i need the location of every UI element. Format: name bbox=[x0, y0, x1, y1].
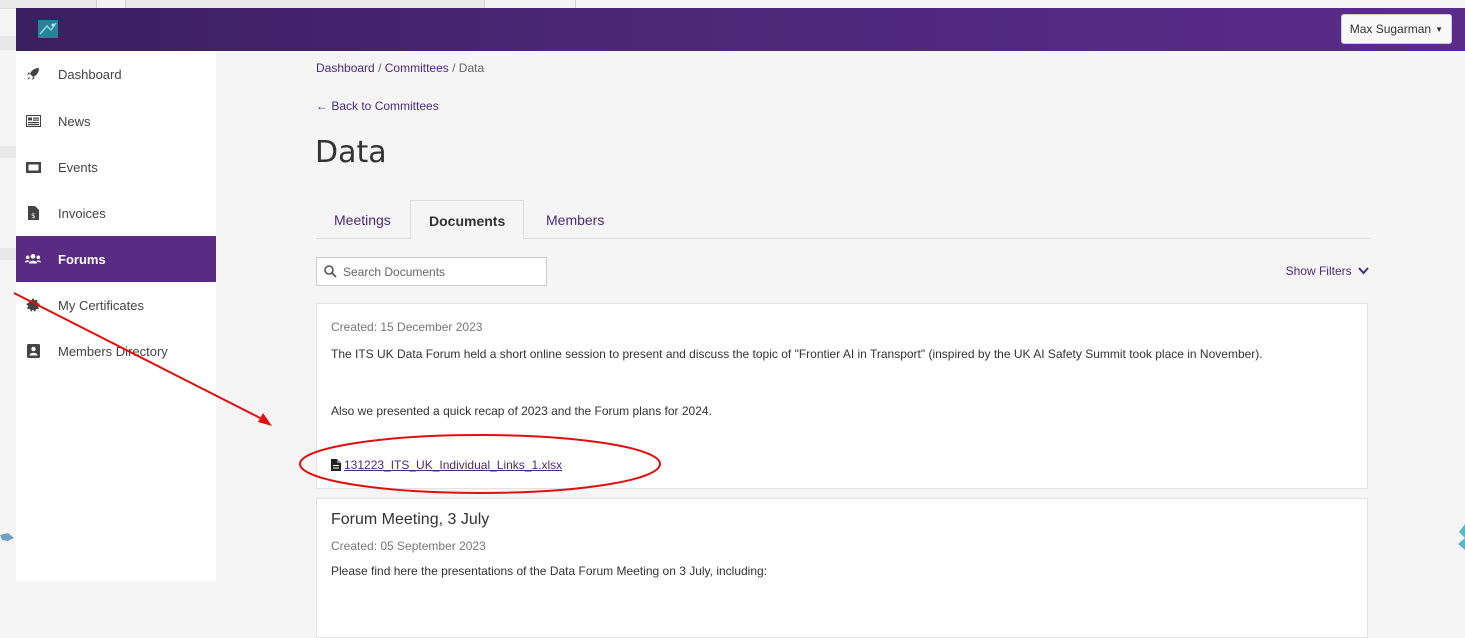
created-date: Created: 15 December 2023 bbox=[331, 320, 483, 334]
back-to-committees-link[interactable]: ← Back to Committees bbox=[316, 99, 439, 113]
sidebar-item-label: Forums bbox=[58, 251, 106, 267]
browser-tab-fragment bbox=[484, 0, 576, 8]
user-menu-button[interactable]: Max Sugarman ▼ bbox=[1340, 14, 1452, 44]
background-fragment bbox=[0, 36, 16, 50]
document-description: Also we presented a quick recap of 2023 … bbox=[331, 404, 712, 418]
sidebar-item-label: My Certificates bbox=[58, 297, 144, 313]
document-description: The ITS UK Data Forum held a short onlin… bbox=[331, 347, 1263, 361]
sidebar-item-label: Invoices bbox=[58, 205, 106, 221]
page-title: Data bbox=[315, 135, 387, 170]
background-fragment bbox=[0, 533, 14, 541]
file-icon bbox=[331, 459, 341, 471]
users-icon bbox=[25, 251, 41, 267]
tab-meetings[interactable]: Meetings bbox=[316, 200, 409, 238]
search-icon bbox=[324, 265, 337, 278]
main-content: Dashboard / Committees / Data ← Back to … bbox=[216, 51, 1465, 638]
background-fragment bbox=[0, 248, 16, 260]
site-logo[interactable] bbox=[38, 20, 58, 38]
document-card: Forum Meeting, 3 July Created: 05 Septem… bbox=[316, 498, 1368, 638]
certificate-icon bbox=[25, 297, 41, 313]
sidebar-item-label: Members Directory bbox=[58, 343, 168, 359]
document-card: Created: 15 December 2023 The ITS UK Dat… bbox=[316, 303, 1368, 489]
invoice-icon: $ bbox=[25, 205, 41, 221]
breadcrumb-dashboard[interactable]: Dashboard bbox=[316, 61, 375, 75]
user-name: Max Sugarman bbox=[1349, 22, 1432, 36]
search-box bbox=[316, 257, 547, 286]
rocket-icon bbox=[25, 66, 41, 82]
sidebar-item-my-certificates[interactable]: My Certificates bbox=[16, 282, 216, 328]
show-filters-label: Show Filters bbox=[1285, 264, 1352, 278]
sidebar-item-news[interactable]: News bbox=[16, 98, 216, 144]
sidebar-item-label: News bbox=[58, 113, 91, 129]
top-navbar: Max Sugarman ▼ bbox=[16, 8, 1465, 51]
breadcrumb-current: Data bbox=[458, 61, 485, 75]
newspaper-icon bbox=[25, 113, 41, 129]
sidebar-item-members-directory[interactable]: Members Directory bbox=[16, 328, 216, 374]
document-title: Forum Meeting, 3 July bbox=[331, 511, 490, 528]
show-filters-toggle[interactable]: Show Filters bbox=[1286, 264, 1369, 278]
sidebar-item-invoices[interactable]: $ Invoices bbox=[16, 190, 216, 236]
sidebar-item-forums[interactable]: Forums bbox=[16, 236, 216, 282]
sidebar-item-dashboard[interactable]: Dashboard bbox=[16, 51, 216, 97]
ticket-icon bbox=[25, 159, 41, 175]
tab-members[interactable]: Members bbox=[528, 200, 622, 238]
breadcrumb: Dashboard / Committees / Data bbox=[316, 61, 484, 75]
document-file-link[interactable]: 131223_ITS_UK_Individual_Links_1.xlsx bbox=[331, 458, 562, 472]
sidebar-item-events[interactable]: Events bbox=[16, 144, 216, 190]
background-fragment bbox=[1458, 524, 1465, 550]
breadcrumb-separator: / bbox=[452, 61, 456, 75]
address-book-icon bbox=[25, 343, 41, 359]
chevron-down-icon bbox=[1358, 267, 1369, 275]
search-input[interactable] bbox=[341, 263, 545, 280]
file-name: 131223_ITS_UK_Individual_Links_1.xlsx bbox=[344, 458, 563, 472]
document-description: Please find here the presentations of th… bbox=[331, 564, 768, 578]
created-date: Created: 05 September 2023 bbox=[331, 539, 486, 553]
breadcrumb-separator: / bbox=[378, 61, 382, 75]
sidebar-item-label: Events bbox=[58, 159, 98, 175]
background-fragment bbox=[0, 146, 16, 158]
tab-bar: Meetings Documents Members bbox=[316, 200, 1370, 240]
breadcrumb-committees[interactable]: Committees bbox=[385, 61, 449, 75]
tab-documents[interactable]: Documents bbox=[410, 200, 525, 240]
browser-tab-fragment bbox=[96, 0, 126, 8]
sidebar: Dashboard News Events $ Invoices Forums … bbox=[16, 51, 216, 581]
sidebar-item-label: Dashboard bbox=[58, 66, 122, 82]
svg-text:$: $ bbox=[31, 212, 35, 220]
caret-down-icon: ▼ bbox=[1435, 25, 1443, 34]
